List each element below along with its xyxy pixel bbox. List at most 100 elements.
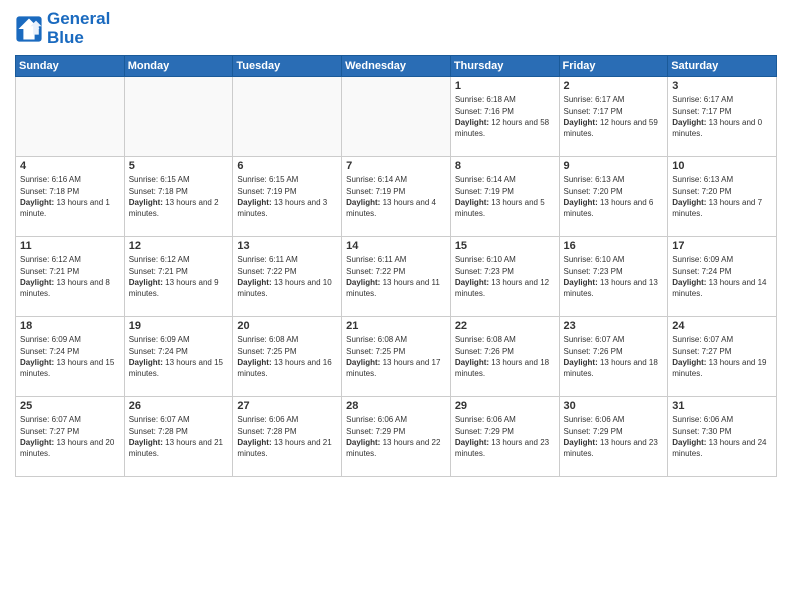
week-row-5: 25 Sunrise: 6:07 AMSunset: 7:27 PMDayligh…: [16, 397, 777, 477]
day-number: 5: [129, 160, 229, 172]
day-info: Sunrise: 6:17 AMSunset: 7:17 PMDaylight:…: [672, 94, 772, 139]
day-number: 9: [564, 160, 664, 172]
day-info: Sunrise: 6:07 AMSunset: 7:27 PMDaylight:…: [20, 414, 120, 459]
header-saturday: Saturday: [668, 56, 777, 77]
day-number: 17: [672, 240, 772, 252]
logo: General Blue: [15, 10, 110, 47]
day-info: Sunrise: 6:10 AMSunset: 7:23 PMDaylight:…: [455, 254, 555, 299]
day-info: Sunrise: 6:15 AMSunset: 7:19 PMDaylight:…: [237, 174, 337, 219]
day-info: Sunrise: 6:06 AMSunset: 7:29 PMDaylight:…: [564, 414, 664, 459]
day-info: Sunrise: 6:06 AMSunset: 7:29 PMDaylight:…: [455, 414, 555, 459]
day-number: 25: [20, 400, 120, 412]
day-cell: 19 Sunrise: 6:09 AMSunset: 7:24 PMDayligh…: [124, 317, 233, 397]
day-cell: 11 Sunrise: 6:12 AMSunset: 7:21 PMDayligh…: [16, 237, 125, 317]
day-cell: [124, 77, 233, 157]
page: General Blue Sunday Monday Tuesday Wedne…: [0, 0, 792, 612]
day-number: 3: [672, 80, 772, 92]
day-cell: 25 Sunrise: 6:07 AMSunset: 7:27 PMDayligh…: [16, 397, 125, 477]
day-cell: 8Sunrise: 6:14 AMSunset: 7:19 PMDaylight…: [450, 157, 559, 237]
day-info: Sunrise: 6:16 AMSunset: 7:18 PMDaylight:…: [20, 174, 120, 219]
day-cell: 30 Sunrise: 6:06 AMSunset: 7:29 PMDayligh…: [559, 397, 668, 477]
day-number: 21: [346, 320, 446, 332]
header-thursday: Thursday: [450, 56, 559, 77]
day-cell: 26 Sunrise: 6:07 AMSunset: 7:28 PMDayligh…: [124, 397, 233, 477]
day-info: Sunrise: 6:09 AMSunset: 7:24 PMDaylight:…: [672, 254, 772, 299]
day-cell: 2 Sunrise: 6:17 AMSunset: 7:17 PMDaylight…: [559, 77, 668, 157]
day-info: Sunrise: 6:08 AMSunset: 7:26 PMDaylight:…: [455, 334, 555, 379]
day-info: Sunrise: 6:08 AMSunset: 7:25 PMDaylight:…: [346, 334, 446, 379]
day-info: Sunrise: 6:14 AMSunset: 7:19 PMDaylight:…: [455, 174, 555, 219]
header-friday: Friday: [559, 56, 668, 77]
day-cell: 17 Sunrise: 6:09 AMSunset: 7:24 PMDayligh…: [668, 237, 777, 317]
day-number: 18: [20, 320, 120, 332]
day-info: Sunrise: 6:17 AMSunset: 7:17 PMDaylight:…: [564, 94, 664, 139]
day-number: 4: [20, 160, 120, 172]
day-cell: 18 Sunrise: 6:09 AMSunset: 7:24 PMDayligh…: [16, 317, 125, 397]
day-info: Sunrise: 6:15 AMSunset: 7:18 PMDaylight:…: [129, 174, 229, 219]
day-number: 7: [346, 160, 446, 172]
day-cell: 1Sunrise: 6:18 AMSunset: 7:16 PMDaylight…: [450, 77, 559, 157]
week-row-4: 18 Sunrise: 6:09 AMSunset: 7:24 PMDayligh…: [16, 317, 777, 397]
day-number: 24: [672, 320, 772, 332]
week-row-1: 1Sunrise: 6:18 AMSunset: 7:16 PMDaylight…: [16, 77, 777, 157]
day-number: 12: [129, 240, 229, 252]
day-cell: 5 Sunrise: 6:15 AMSunset: 7:18 PMDaylight…: [124, 157, 233, 237]
day-number: 27: [237, 400, 337, 412]
day-info: Sunrise: 6:09 AMSunset: 7:24 PMDaylight:…: [129, 334, 229, 379]
day-info: Sunrise: 6:12 AMSunset: 7:21 PMDaylight:…: [20, 254, 120, 299]
header: General Blue: [15, 10, 777, 47]
weekday-header-row: Sunday Monday Tuesday Wednesday Thursday…: [16, 56, 777, 77]
day-number: 15: [455, 240, 555, 252]
calendar: Sunday Monday Tuesday Wednesday Thursday…: [15, 55, 777, 477]
day-info: Sunrise: 6:08 AMSunset: 7:25 PMDaylight:…: [237, 334, 337, 379]
header-tuesday: Tuesday: [233, 56, 342, 77]
day-cell: 14Sunrise: 6:11 AMSunset: 7:22 PMDayligh…: [342, 237, 451, 317]
day-info: Sunrise: 6:13 AMSunset: 7:20 PMDaylight:…: [564, 174, 664, 219]
day-cell: 27 Sunrise: 6:06 AMSunset: 7:28 PMDayligh…: [233, 397, 342, 477]
day-info: Sunrise: 6:10 AMSunset: 7:23 PMDaylight:…: [564, 254, 664, 299]
day-number: 30: [564, 400, 664, 412]
day-cell: 6Sunrise: 6:15 AMSunset: 7:19 PMDaylight…: [233, 157, 342, 237]
day-info: Sunrise: 6:09 AMSunset: 7:24 PMDaylight:…: [20, 334, 120, 379]
day-info: Sunrise: 6:06 AMSunset: 7:29 PMDaylight:…: [346, 414, 446, 459]
week-row-3: 11 Sunrise: 6:12 AMSunset: 7:21 PMDayligh…: [16, 237, 777, 317]
day-cell: 20 Sunrise: 6:08 AMSunset: 7:25 PMDayligh…: [233, 317, 342, 397]
day-cell: [16, 77, 125, 157]
day-info: Sunrise: 6:11 AMSunset: 7:22 PMDaylight:…: [346, 254, 446, 299]
day-number: 26: [129, 400, 229, 412]
day-number: 19: [129, 320, 229, 332]
day-number: 20: [237, 320, 337, 332]
day-number: 16: [564, 240, 664, 252]
day-number: 31: [672, 400, 772, 412]
day-info: Sunrise: 6:07 AMSunset: 7:28 PMDaylight:…: [129, 414, 229, 459]
header-sunday: Sunday: [16, 56, 125, 77]
day-cell: 16 Sunrise: 6:10 AMSunset: 7:23 PMDayligh…: [559, 237, 668, 317]
day-number: 10: [672, 160, 772, 172]
day-number: 23: [564, 320, 664, 332]
day-cell: 29 Sunrise: 6:06 AMSunset: 7:29 PMDayligh…: [450, 397, 559, 477]
day-cell: 12 Sunrise: 6:12 AMSunset: 7:21 PMDayligh…: [124, 237, 233, 317]
logo-text: General Blue: [47, 10, 110, 47]
day-number: 28: [346, 400, 446, 412]
day-cell: 23 Sunrise: 6:07 AMSunset: 7:26 PMDayligh…: [559, 317, 668, 397]
day-number: 2: [564, 80, 664, 92]
day-cell: 22Sunrise: 6:08 AMSunset: 7:26 PMDayligh…: [450, 317, 559, 397]
day-cell: 24 Sunrise: 6:07 AMSunset: 7:27 PMDayligh…: [668, 317, 777, 397]
week-row-2: 4 Sunrise: 6:16 AMSunset: 7:18 PMDaylight…: [16, 157, 777, 237]
day-number: 13: [237, 240, 337, 252]
day-cell: 21 Sunrise: 6:08 AMSunset: 7:25 PMDayligh…: [342, 317, 451, 397]
day-info: Sunrise: 6:07 AMSunset: 7:27 PMDaylight:…: [672, 334, 772, 379]
day-info: Sunrise: 6:06 AMSunset: 7:30 PMDaylight:…: [672, 414, 772, 459]
day-cell: [342, 77, 451, 157]
day-info: Sunrise: 6:06 AMSunset: 7:28 PMDaylight:…: [237, 414, 337, 459]
day-info: Sunrise: 6:12 AMSunset: 7:21 PMDaylight:…: [129, 254, 229, 299]
day-number: 29: [455, 400, 555, 412]
logo-icon: [15, 15, 43, 43]
day-info: Sunrise: 6:18 AMSunset: 7:16 PMDaylight:…: [455, 94, 555, 139]
day-cell: 15 Sunrise: 6:10 AMSunset: 7:23 PMDayligh…: [450, 237, 559, 317]
day-cell: 9 Sunrise: 6:13 AMSunset: 7:20 PMDaylight…: [559, 157, 668, 237]
day-number: 11: [20, 240, 120, 252]
day-info: Sunrise: 6:07 AMSunset: 7:26 PMDaylight:…: [564, 334, 664, 379]
day-cell: 10Sunrise: 6:13 AMSunset: 7:20 PMDayligh…: [668, 157, 777, 237]
day-info: Sunrise: 6:14 AMSunset: 7:19 PMDaylight:…: [346, 174, 446, 219]
